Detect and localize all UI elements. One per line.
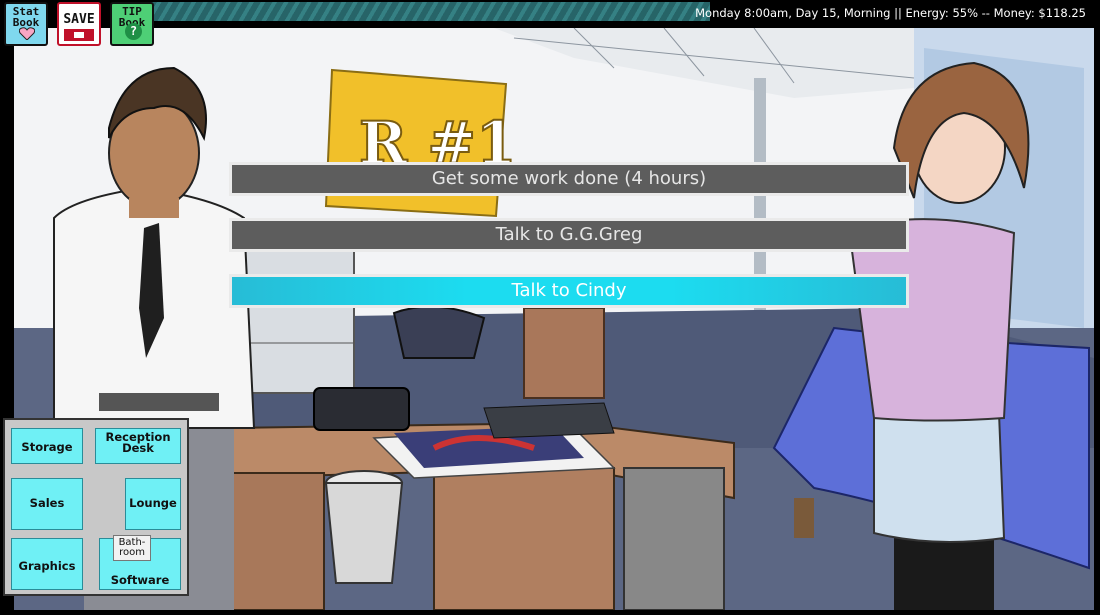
stat-book-button[interactable]: Stat Book (4, 2, 48, 46)
map-room-label: Reception Desk (105, 430, 171, 455)
floppy-disk-icon (64, 29, 94, 41)
heart-icon (19, 27, 35, 40)
map-room-label: Lounge (129, 496, 177, 510)
choice-talk-greg[interactable]: Talk to G.G.Greg (229, 218, 909, 252)
tip-book-button[interactable]: TIP Book ? (110, 2, 154, 46)
map-room-label: Bath-room (118, 537, 146, 558)
choice-talk-cindy[interactable]: Talk to Cindy (229, 274, 909, 308)
question-mark-icon: ? (125, 23, 142, 40)
map-room-label: Graphics (18, 559, 76, 573)
map-room-storage[interactable]: Storage (11, 428, 83, 464)
map-room-reception-desk[interactable]: Reception Desk (95, 428, 181, 464)
top-bar: Monday 8:00am, Day 15, Morning || Energy… (0, 0, 1100, 30)
map-room-label: Storage (21, 440, 73, 454)
map-room-graphics[interactable]: Graphics (11, 538, 83, 590)
status-text: Monday 8:00am, Day 15, Morning || Energy… (695, 6, 1086, 20)
choice-work[interactable]: Get some work done (4 hours) (229, 162, 909, 196)
save-label: SAVE (63, 12, 95, 27)
map-room-label: Sales (29, 496, 65, 510)
stat-book-label: Stat Book (12, 5, 40, 29)
map-room-lounge[interactable]: Lounge (125, 478, 181, 530)
save-button[interactable]: SAVE (57, 2, 101, 46)
map-room-bathroom[interactable]: Bath-room (113, 535, 151, 561)
office-map: Storage Reception Desk Sales Lounge Grap… (3, 418, 189, 596)
map-room-sales[interactable]: Sales (11, 478, 83, 530)
